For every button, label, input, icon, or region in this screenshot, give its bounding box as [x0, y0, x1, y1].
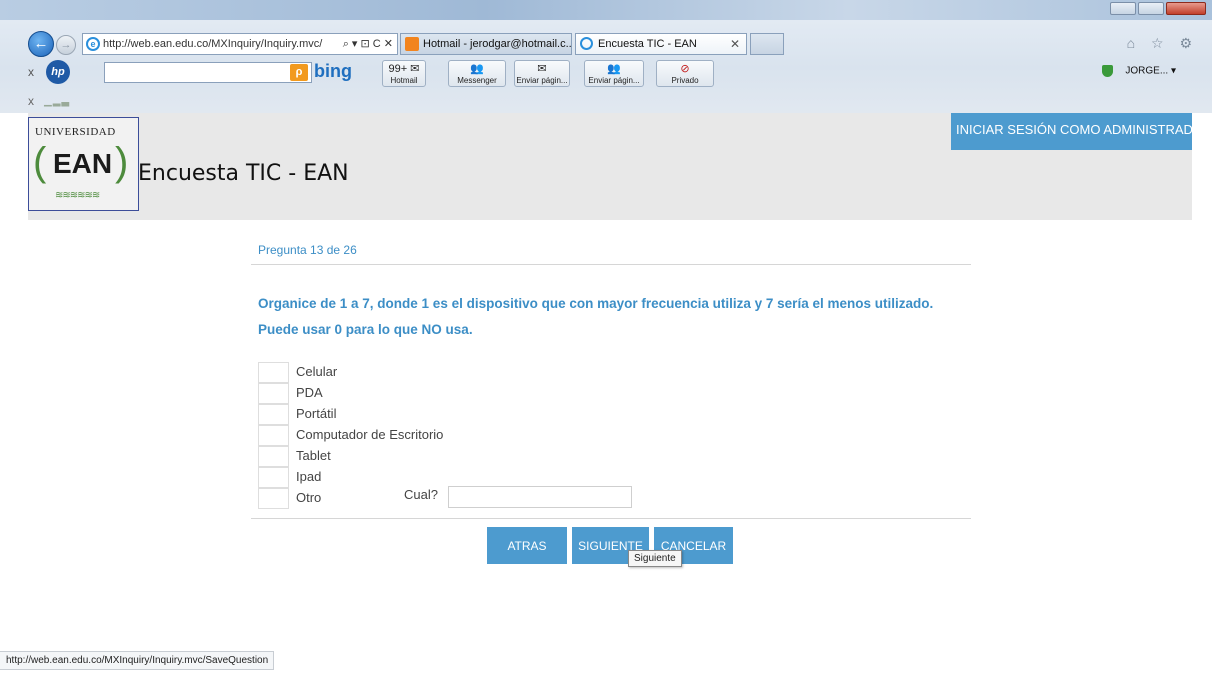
rank-input-pda[interactable] [258, 383, 289, 404]
rank-input-otro[interactable] [258, 488, 289, 509]
rank-input-celular[interactable] [258, 362, 289, 383]
tab-hotmail[interactable]: Hotmail - jerodgar@hotmail.c... [400, 33, 572, 55]
user-label: JORGE... ▾ [1125, 65, 1176, 77]
logo-ean-text: EAN [53, 148, 113, 179]
messenger-icon: 👥 [607, 63, 621, 75]
question-counter: Pregunta 13 de 26 [258, 243, 357, 257]
other-specify-input[interactable] [448, 486, 632, 508]
option-label: Ipad [296, 469, 322, 484]
rank-input-computador[interactable] [258, 425, 289, 446]
toolbar-user[interactable]: JORGE... ▾ [1101, 65, 1176, 77]
laurel-left-icon: ( [33, 140, 47, 184]
toolbar-row-3: x ▁▂▃ [0, 90, 1212, 112]
next-tooltip: Siguiente [628, 550, 682, 567]
hotmail-button[interactable]: 99+ ✉ Hotmail [382, 60, 426, 87]
rank-input-portatil[interactable] [258, 404, 289, 425]
search-icon[interactable]: ρ [290, 64, 308, 81]
question-text: Organice de 1 a 7, donde 1 es el disposi… [258, 296, 934, 337]
laurel-bottom-icon: ≋≋≋≋≋≋ [55, 190, 100, 201]
forward-button[interactable]: → [56, 35, 76, 55]
status-bar-url: http://web.ean.edu.co/MXInquiry/Inquiry.… [0, 651, 275, 670]
maximize-button[interactable] [1138, 2, 1164, 15]
envelope-icon: ✉ [537, 63, 547, 75]
back-button[interactable]: ATRAS [487, 527, 567, 564]
navigation-row: ← → e http://web.ean.edu.co/MXInquiry/In… [0, 30, 1212, 58]
close-tab-icon[interactable]: ✕ [730, 34, 740, 54]
browser-chrome: ← → e http://web.ean.edu.co/MXInquiry/In… [0, 0, 1212, 113]
signal-bars-icon: ▁▂▃ [44, 96, 71, 107]
tab-label: Hotmail - jerodgar@hotmail.c... [423, 38, 572, 50]
hotmail-icon [405, 37, 419, 51]
divider [251, 264, 971, 265]
send-page-messenger-button[interactable]: 👥 Enviar págin... [584, 60, 644, 87]
ie-icon [580, 37, 593, 50]
private-button[interactable]: ⊘ Privado [656, 60, 714, 87]
tab-label: Encuesta TIC - EAN [598, 38, 697, 50]
logo-university-text: UNIVERSIDAD [35, 126, 116, 138]
divider [251, 518, 971, 519]
shield-icon [1101, 65, 1113, 77]
university-logo: UNIVERSIDAD ( EAN ) ≋≋≋≋≋≋ [28, 117, 139, 211]
back-button[interactable]: ← [28, 31, 54, 57]
private-icon: ⊘ [680, 63, 690, 75]
rank-input-ipad[interactable] [258, 467, 289, 488]
hp-logo: hp [46, 60, 70, 84]
admin-login-button[interactable]: INICIAR SESIÓN COMO ADMINISTRADOR [951, 113, 1192, 150]
option-label: Portátil [296, 406, 337, 421]
minimize-button[interactable] [1110, 2, 1136, 15]
window-controls [1110, 2, 1206, 15]
close-window-button[interactable] [1166, 2, 1206, 15]
option-label: Tablet [296, 448, 331, 463]
mail-icon: 99+ ✉ [388, 63, 420, 75]
close-icon[interactable]: x [28, 94, 34, 108]
bing-logo: bing [314, 61, 352, 81]
option-label: PDA [296, 385, 323, 400]
rank-input-tablet[interactable] [258, 446, 289, 467]
tab-encuesta[interactable]: Encuesta TIC - EAN ✕ [575, 33, 747, 55]
page-title: Encuesta TIC - EAN [138, 161, 349, 186]
address-bar[interactable]: e http://web.ean.edu.co/MXInquiry/Inquir… [82, 33, 398, 55]
option-label: Computador de Escritorio [296, 427, 444, 442]
messenger-icon: 👥 [470, 63, 484, 75]
messenger-button[interactable]: 👥 Messenger [448, 60, 506, 87]
close-toolbar-icon[interactable]: x [28, 65, 34, 79]
window-titlebar [0, 0, 1212, 20]
option-label: Celular [296, 364, 338, 379]
laurel-right-icon: ) [115, 140, 129, 184]
send-page-button[interactable]: ✉ Enviar págin... [514, 60, 570, 87]
new-tab-button[interactable] [750, 33, 784, 55]
other-label: Cual? [404, 487, 438, 502]
ie-icon: e [86, 37, 100, 51]
address-url: http://web.ean.edu.co/MXInquiry/Inquiry.… [103, 38, 323, 50]
address-tools[interactable]: ⌕ ▾ ⊡ C ✕ [343, 34, 393, 54]
hp-toolbar: x hp ρ bing 99+ ✉ Hotmail 👥 Messenger ✉ … [0, 59, 1212, 89]
toolbar-search-input[interactable] [104, 62, 312, 83]
option-label: Otro [296, 490, 322, 505]
page-header: UNIVERSIDAD ( EAN ) ≋≋≋≋≋≋ Encuesta TIC … [28, 113, 1192, 220]
browser-right-icons[interactable]: ⌂ ☆ ⚙ [1127, 35, 1198, 52]
